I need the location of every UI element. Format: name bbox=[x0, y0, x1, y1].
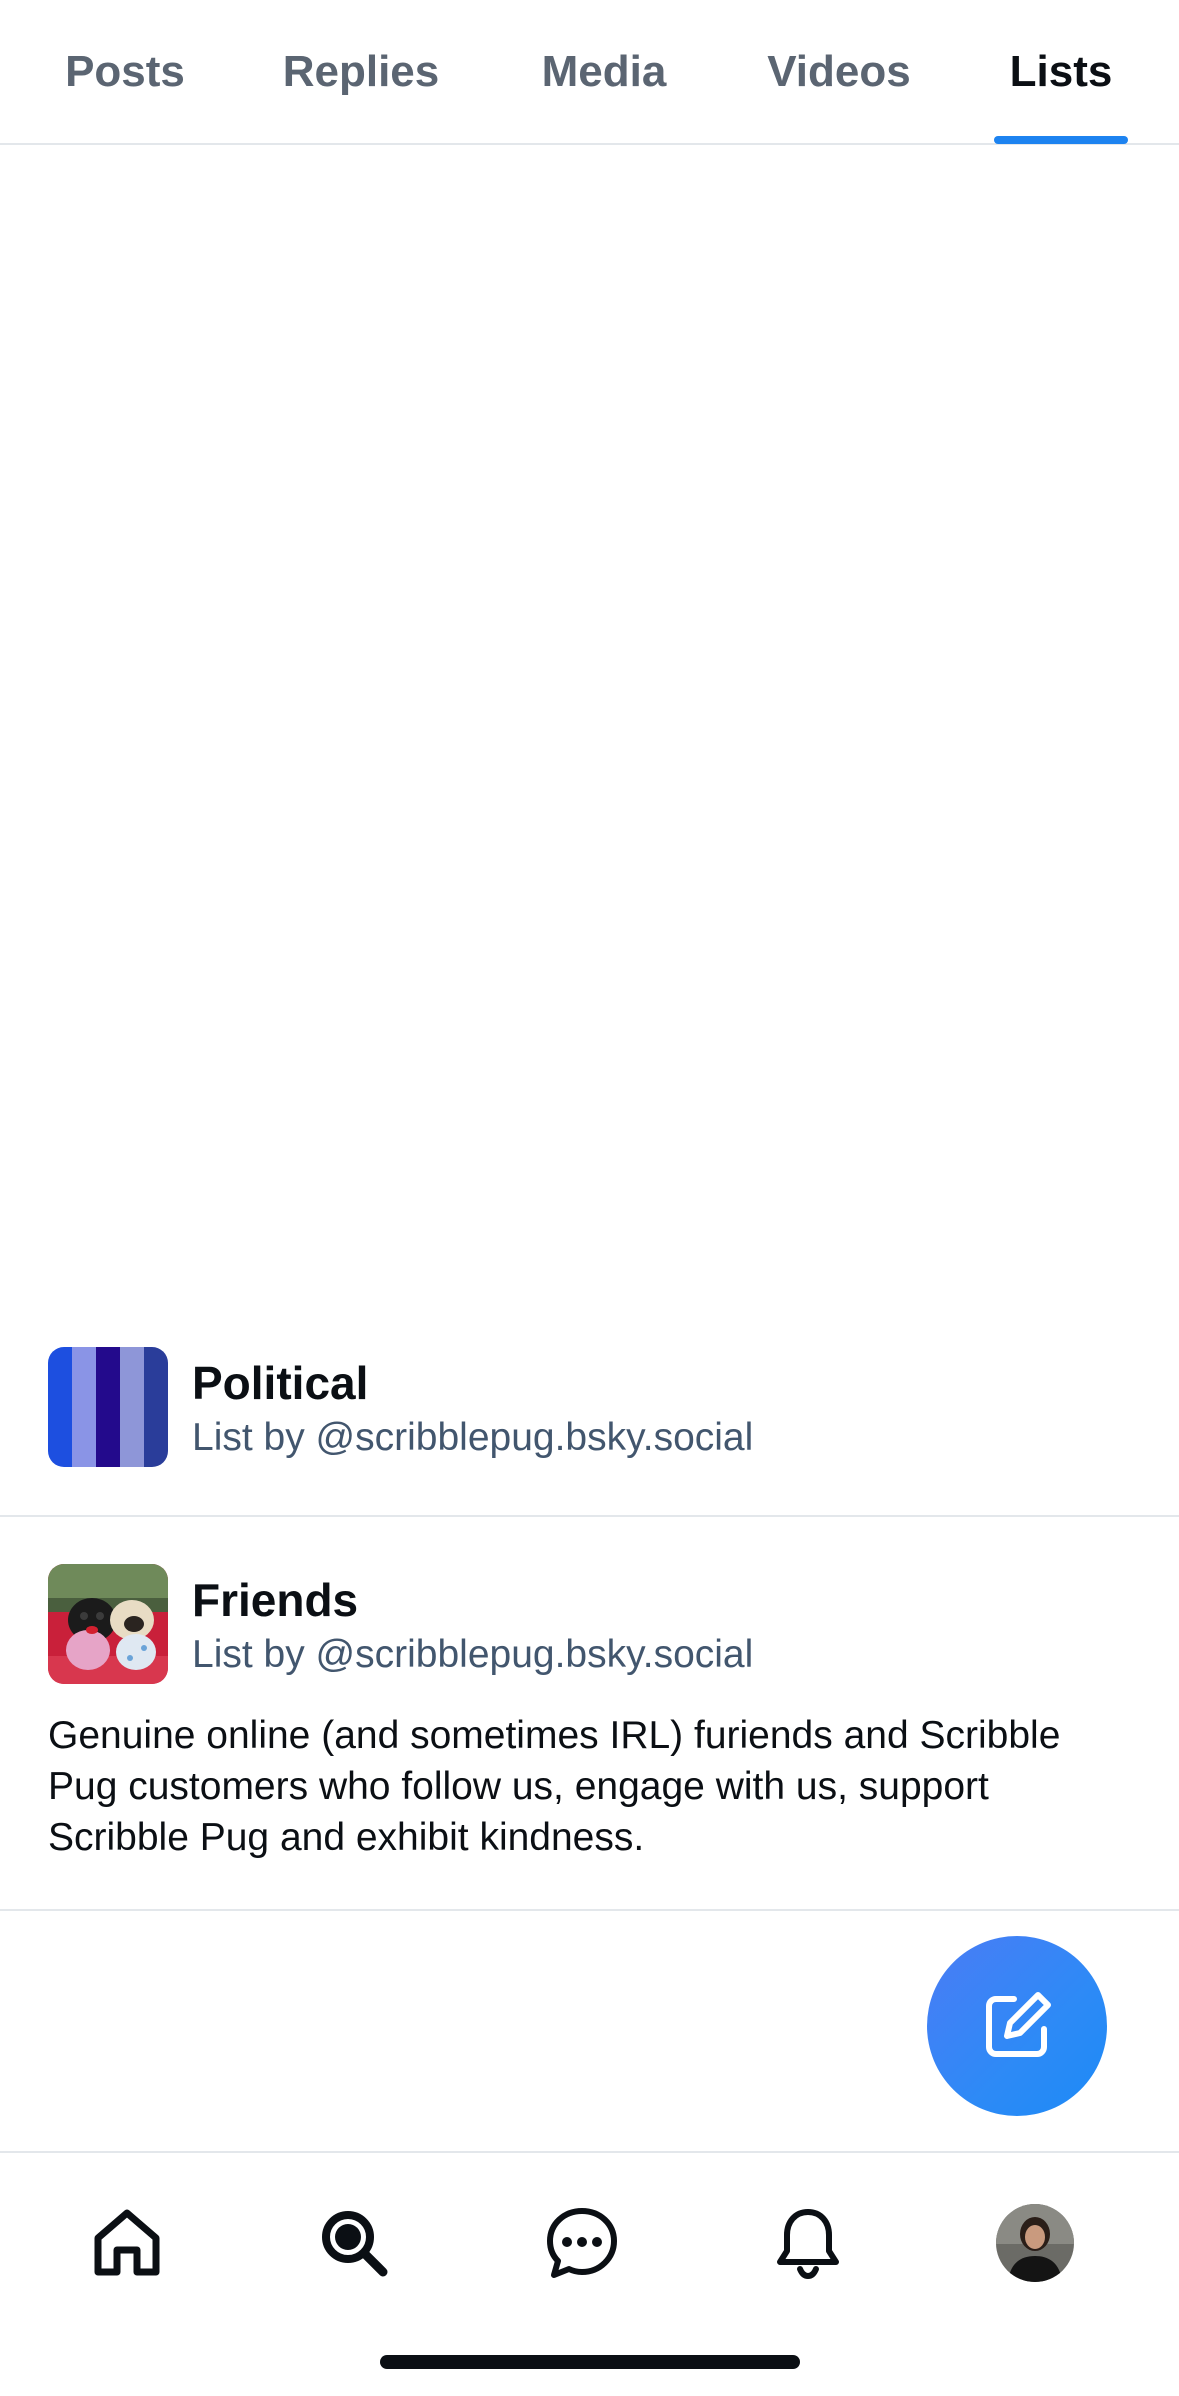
list-description: Genuine online (and sometimes IRL) furie… bbox=[48, 1714, 1061, 1859]
pug-photo-image bbox=[48, 1564, 168, 1684]
pug-photo-avatar bbox=[48, 1564, 168, 1684]
tab-videos[interactable]: Videos bbox=[752, 0, 926, 143]
bell-icon bbox=[777, 2209, 839, 2280]
nav-search[interactable] bbox=[304, 2193, 404, 2293]
tab-media[interactable]: Media bbox=[520, 0, 688, 143]
tab-replies[interactable]: Replies bbox=[262, 0, 460, 143]
compose-icon bbox=[986, 1992, 1051, 2057]
list-name: Friends bbox=[192, 1574, 359, 1626]
striped-list-avatar bbox=[48, 1347, 168, 1467]
nav-notifications[interactable] bbox=[758, 2193, 858, 2293]
search-icon bbox=[322, 2211, 388, 2277]
home-indicator bbox=[380, 2355, 800, 2369]
compose-button[interactable] bbox=[927, 1936, 1107, 2116]
home-icon bbox=[94, 2209, 160, 2276]
tab-posts[interactable]: Posts bbox=[30, 0, 220, 143]
chat-icon bbox=[547, 2208, 617, 2278]
nav-chat[interactable] bbox=[532, 2193, 632, 2293]
striped-list-avatar-image bbox=[48, 1347, 168, 1467]
list-item-friends[interactable]: Friends List by @scribblepug.bsky.social… bbox=[0, 1517, 1179, 1911]
profile-avatar bbox=[996, 2204, 1074, 2282]
list-item-political[interactable]: Political List by @scribblepug.bsky.soci… bbox=[0, 1328, 1179, 1517]
nav-profile[interactable] bbox=[985, 2193, 1085, 2293]
list-owner: List by @scribblepug.bsky.social bbox=[192, 1416, 754, 1459]
list-name: Political bbox=[192, 1357, 369, 1409]
active-tab-indicator bbox=[994, 136, 1128, 144]
nav-home[interactable] bbox=[77, 2193, 177, 2293]
profile-avatar-image bbox=[996, 2204, 1074, 2282]
tab-lists[interactable]: Lists bbox=[994, 0, 1128, 143]
profile-tab-bar: Posts Replies Media Videos Lists bbox=[0, 0, 1179, 145]
list-owner: List by @scribblepug.bsky.social bbox=[192, 1633, 754, 1676]
